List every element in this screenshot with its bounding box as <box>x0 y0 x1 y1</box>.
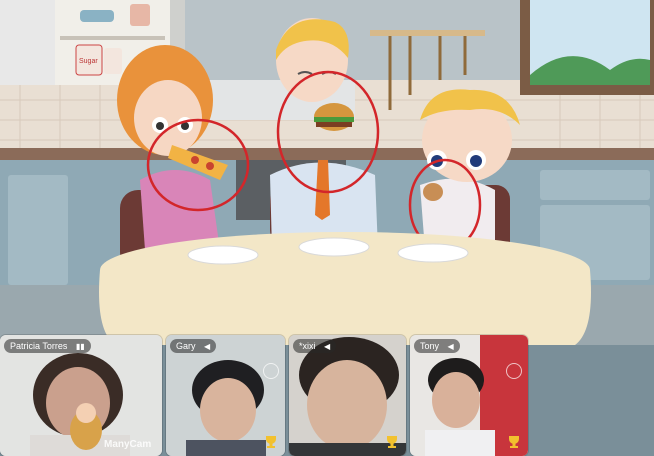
participant-name: Gary <box>176 341 196 351</box>
audio-signal-icon: ▮▮ <box>75 342 85 351</box>
participant-tile-gary[interactable]: Gary ◀ <box>166 335 285 456</box>
manycam-watermark: ManyCam <box>104 439 152 450</box>
participant-name: Tony <box>420 341 440 351</box>
participant-tile-xixi[interactable]: *xixi ◀ <box>289 335 406 456</box>
sugar-label: Sugar <box>79 58 98 65</box>
settings-icon[interactable] <box>263 363 279 379</box>
trophy-icon[interactable] <box>384 434 400 450</box>
settings-icon[interactable] <box>506 363 522 379</box>
speaker-icon: ◀ <box>447 342 454 351</box>
speaker-icon: ◀ <box>204 342 211 351</box>
participant-name: Patricia Torres <box>10 341 68 351</box>
speaker-icon: ◀ <box>324 342 331 351</box>
trophy-icon[interactable] <box>263 434 279 450</box>
participant-tile-tony[interactable]: Tony ◀ <box>410 335 528 456</box>
participant-name: *xixi <box>299 341 316 351</box>
participant-strip: Patricia Torres ▮▮ ManyCam Gary ◀ *xixi <box>0 335 654 456</box>
participant-name-badge: Patricia Torres ▮▮ <box>4 339 91 353</box>
participant-tile-patricia[interactable]: Patricia Torres ▮▮ ManyCam <box>0 335 162 456</box>
trophy-icon[interactable] <box>506 434 522 450</box>
participant-name-badge: *xixi ◀ <box>293 339 337 353</box>
participant-name-badge: Tony ◀ <box>414 339 460 353</box>
webcam-feed <box>0 335 162 456</box>
participant-name-badge: Gary ◀ <box>170 339 217 353</box>
